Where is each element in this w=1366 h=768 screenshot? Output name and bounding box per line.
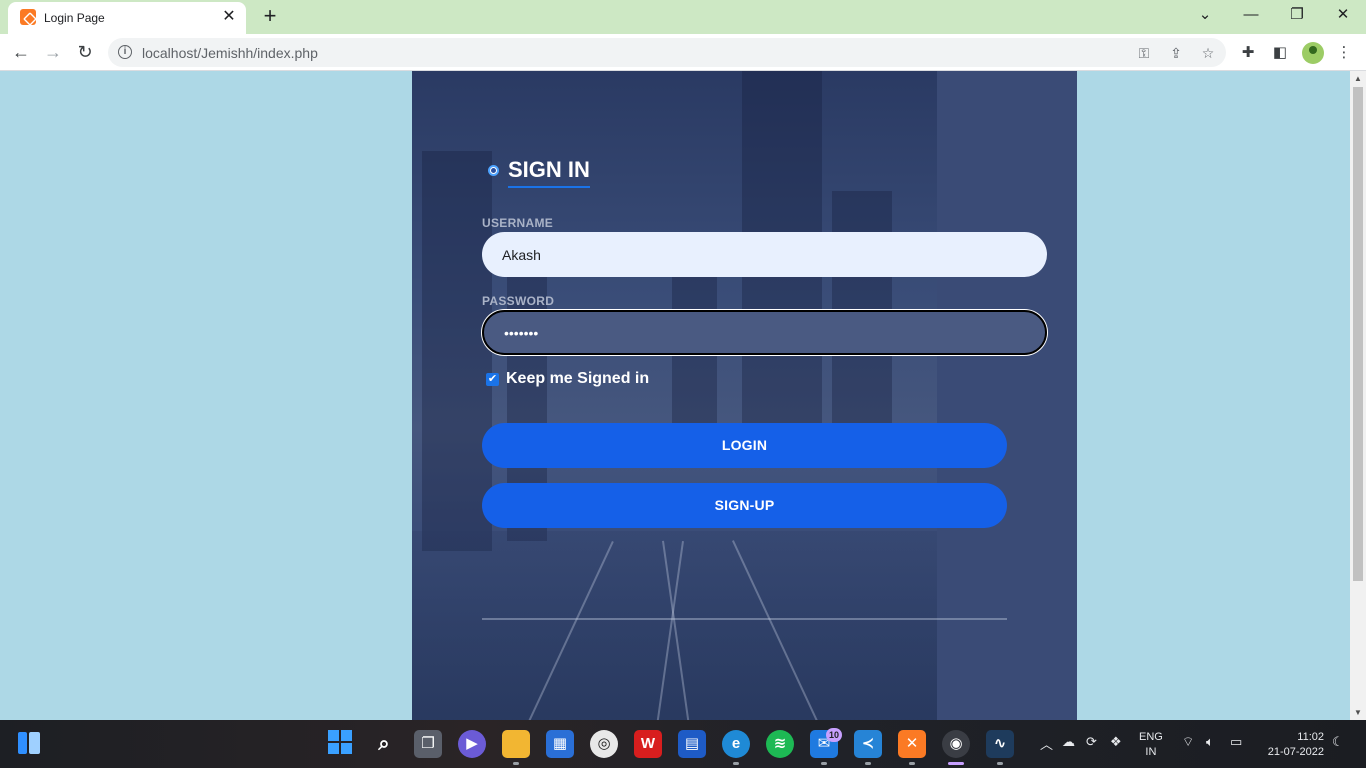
notes-app-icon[interactable]: ▤ <box>678 730 706 758</box>
start-windows-icon[interactable] <box>328 730 352 754</box>
address-bar[interactable]: i localhost/Jemishh/index.php ⚿ ⇪ ☆ <box>108 38 1226 67</box>
share-icon[interactable]: ⇪ <box>1166 43 1186 63</box>
forward-button[interactable]: → <box>40 40 66 66</box>
login-card: SIGN IN USERNAME PASSWORD ✔ Keep me Sign… <box>412 71 1077 720</box>
scroll-up-arrow-icon[interactable]: ▲ <box>1354 74 1362 83</box>
mail-notification-badge: 10 <box>826 728 842 742</box>
reload-button[interactable]: ↻ <box>72 40 98 66</box>
volume-icon[interactable]: 🔈︎ <box>1206 734 1214 750</box>
language-indicator[interactable]: ENG IN <box>1139 730 1163 760</box>
tab-login-page[interactable]: Login Page ✕ <box>8 2 246 34</box>
spotify-icon[interactable]: ≋ <box>766 730 794 758</box>
tab-title: Login Page <box>44 11 105 25</box>
keep-signed-in-checkbox[interactable]: ✔ <box>486 373 499 386</box>
browser-menu-icon[interactable]: ⋮ <box>1333 42 1355 64</box>
back-button[interactable]: ← <box>8 40 34 66</box>
card-right-panel <box>937 71 1077 720</box>
keep-signed-in-label[interactable]: Keep me Signed in <box>506 370 649 388</box>
chrome-icon[interactable]: ◉ <box>942 730 970 758</box>
browser-toolbar: ← → ↻ i localhost/Jemishh/index.php ⚿ ⇪ … <box>0 34 1366 71</box>
scroll-thumb[interactable] <box>1353 87 1363 581</box>
wps-office-icon[interactable]: W <box>634 730 662 758</box>
password-label: PASSWORD <box>482 294 555 308</box>
vscode-icon[interactable]: ≺ <box>854 730 882 758</box>
scroll-down-arrow-icon[interactable]: ▼ <box>1354 708 1362 717</box>
clock-time: 11:02 <box>1297 731 1324 743</box>
site-info-icon[interactable]: i <box>118 45 132 59</box>
tab-strip: Login Page ✕ + ⌄ — ❐ ✕ <box>0 0 1366 34</box>
battery-icon[interactable]: ▭ <box>1230 734 1242 750</box>
language-region: IN <box>1145 746 1157 758</box>
widgets-icon[interactable] <box>18 732 40 754</box>
tab-close-icon[interactable]: ✕ <box>220 8 238 26</box>
login-button[interactable]: LOGIN <box>482 423 1007 468</box>
password-input[interactable] <box>482 310 1047 355</box>
page-viewport: SIGN IN USERNAME PASSWORD ✔ Keep me Sign… <box>0 71 1350 720</box>
page-scrollbar[interactable]: ▲ ▼ <box>1350 71 1366 720</box>
bookmark-star-icon[interactable]: ☆ <box>1198 43 1218 63</box>
username-input[interactable] <box>482 232 1047 277</box>
microsoft-store-icon[interactable]: ▦ <box>546 730 574 758</box>
notifications-moon-icon[interactable]: ☾ <box>1332 734 1344 750</box>
username-label: USERNAME <box>482 216 554 230</box>
card-divider <box>482 618 1007 620</box>
sync-icon[interactable]: ⟳ <box>1086 734 1097 750</box>
show-hidden-icons-chevron-icon[interactable]: ︿ <box>1040 734 1053 753</box>
restore-button[interactable]: ❐ <box>1282 4 1312 28</box>
mysql-workbench-icon[interactable]: ∿ <box>986 730 1014 758</box>
minimize-button[interactable]: — <box>1236 4 1266 28</box>
dropbox-icon[interactable]: ❖ <box>1110 734 1122 750</box>
new-tab-button[interactable]: + <box>258 5 282 29</box>
edge-browser-icon[interactable]: e <box>722 730 750 758</box>
onedrive-cloud-icon[interactable]: ☁ <box>1062 734 1075 750</box>
search-icon[interactable]: ⌕ <box>370 730 398 758</box>
password-key-icon[interactable]: ⚿ <box>1134 43 1154 63</box>
address-url[interactable]: localhost/Jemishh/index.php <box>142 45 318 61</box>
profile-avatar[interactable] <box>1302 42 1324 64</box>
tab-search-chevron-icon[interactable]: ⌄ <box>1190 4 1220 28</box>
github-desktop-icon[interactable]: ◎ <box>590 730 618 758</box>
xampp-icon[interactable]: ✕ <box>898 730 926 758</box>
extensions-icon[interactable]: ✚ <box>1237 42 1259 64</box>
signin-title: SIGN IN <box>508 157 590 188</box>
file-explorer-icon[interactable] <box>502 730 530 758</box>
close-window-button[interactable]: ✕ <box>1328 4 1358 28</box>
task-view-icon[interactable]: ❐ <box>414 730 442 758</box>
signin-radio-icon[interactable] <box>488 165 499 176</box>
taskbar-clock[interactable]: 11:02 21-07-2022 <box>1258 730 1324 760</box>
language-code: ENG <box>1139 731 1163 743</box>
signup-button[interactable]: SIGN-UP <box>482 483 1007 528</box>
clock-date: 21-07-2022 <box>1267 746 1324 758</box>
teams-chat-icon[interactable]: ▶ <box>458 730 486 758</box>
side-panel-icon[interactable]: ◧ <box>1269 42 1291 64</box>
xampp-favicon-icon <box>20 9 36 25</box>
wifi-icon[interactable]: ⌔ <box>1182 734 1194 750</box>
